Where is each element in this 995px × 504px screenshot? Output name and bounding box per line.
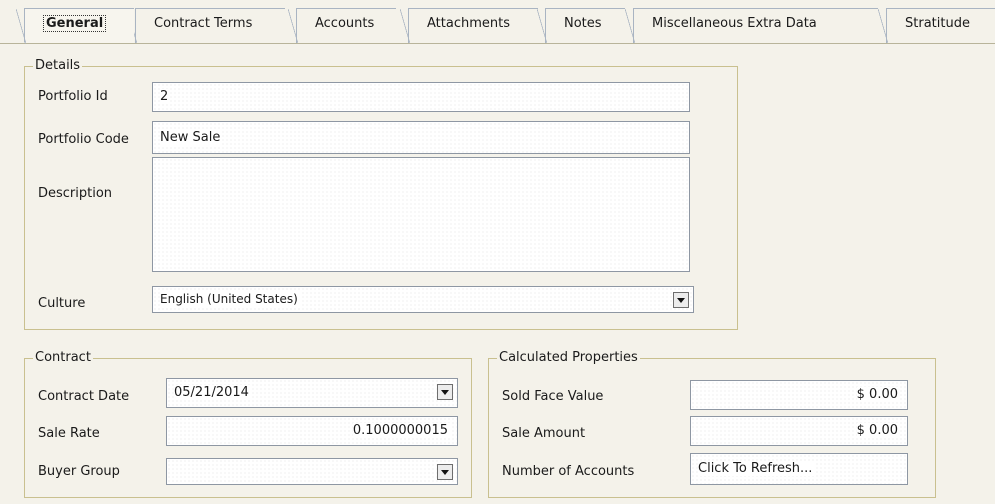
tab-strip: General Contract Terms Accounts Attachme… <box>0 0 995 44</box>
portfolio-code-value: New Sale <box>160 130 223 145</box>
portfolio-id-field[interactable]: 2 <box>152 82 690 112</box>
buyer-group-label: Buyer Group <box>38 464 120 479</box>
tab-contract-terms[interactable]: Contract Terms <box>127 8 285 44</box>
chevron-down-icon[interactable] <box>437 464 453 480</box>
tab-contract-terms-label: Contract Terms <box>154 16 253 31</box>
contract-date-label: Contract Date <box>38 389 130 404</box>
number-of-accounts-value: Click To Refresh... <box>698 461 815 476</box>
portfolio-code-field[interactable]: New Sale <box>152 121 690 154</box>
buyer-group-select[interactable] <box>166 458 458 485</box>
number-of-accounts-label: Number of Accounts <box>502 464 635 479</box>
buyer-group-value <box>174 464 176 479</box>
sale-amount-label: Sale Amount <box>502 426 586 441</box>
culture-select[interactable]: English (United States) <box>152 286 694 313</box>
tab-miscellaneous-extra-data[interactable]: Miscellaneous Extra Data <box>625 8 878 44</box>
tab-accounts-label: Accounts <box>315 16 375 31</box>
chevron-down-icon[interactable] <box>437 384 453 400</box>
details-legend: Details <box>33 58 83 73</box>
culture-value: English (United States) <box>160 292 300 306</box>
culture-label: Culture <box>38 296 86 311</box>
number-of-accounts-refresh[interactable]: Click To Refresh... <box>690 453 908 485</box>
tab-strip-divider <box>0 43 995 44</box>
portfolio-code-label: Portfolio Code <box>38 132 129 147</box>
chevron-down-icon[interactable] <box>673 292 689 308</box>
tab-attachments-label: Attachments <box>427 16 510 31</box>
sale-rate-value: 0.1000000015 <box>352 423 450 438</box>
sold-face-value-label: Sold Face Value <box>502 389 604 404</box>
tab-stratitude-label: Stratitude <box>905 16 970 31</box>
calculated-properties-legend: Calculated Properties <box>497 350 640 365</box>
sold-face-value-field: $ 0.00 <box>690 380 908 410</box>
sale-amount-field: $ 0.00 <box>690 416 908 446</box>
description-label: Description <box>38 186 113 201</box>
tab-notes-label: Notes <box>564 16 602 31</box>
sale-rate-label: Sale Rate <box>38 426 100 441</box>
tab-general-label: General <box>43 15 107 32</box>
tab-miscellaneous-extra-data-label: Miscellaneous Extra Data <box>652 16 817 31</box>
tab-accounts[interactable]: Accounts <box>288 8 396 44</box>
contract-date-select[interactable]: 05/21/2014 <box>166 378 458 408</box>
description-value <box>160 164 162 179</box>
tab-attachments[interactable]: Attachments <box>400 8 538 44</box>
sale-amount-value: $ 0.00 <box>856 423 900 438</box>
tab-stratitude[interactable]: Stratitude <box>878 8 995 44</box>
description-textarea[interactable] <box>152 157 690 272</box>
sold-face-value-value: $ 0.00 <box>856 387 900 402</box>
portfolio-id-value: 2 <box>160 89 171 104</box>
tab-notes[interactable]: Notes <box>537 8 625 44</box>
sale-rate-field[interactable]: 0.1000000015 <box>166 416 458 446</box>
portfolio-id-label: Portfolio Id <box>38 89 108 104</box>
contract-date-value: 05/21/2014 <box>174 385 251 400</box>
tab-general[interactable]: General <box>16 8 134 44</box>
contract-legend: Contract <box>33 350 93 365</box>
